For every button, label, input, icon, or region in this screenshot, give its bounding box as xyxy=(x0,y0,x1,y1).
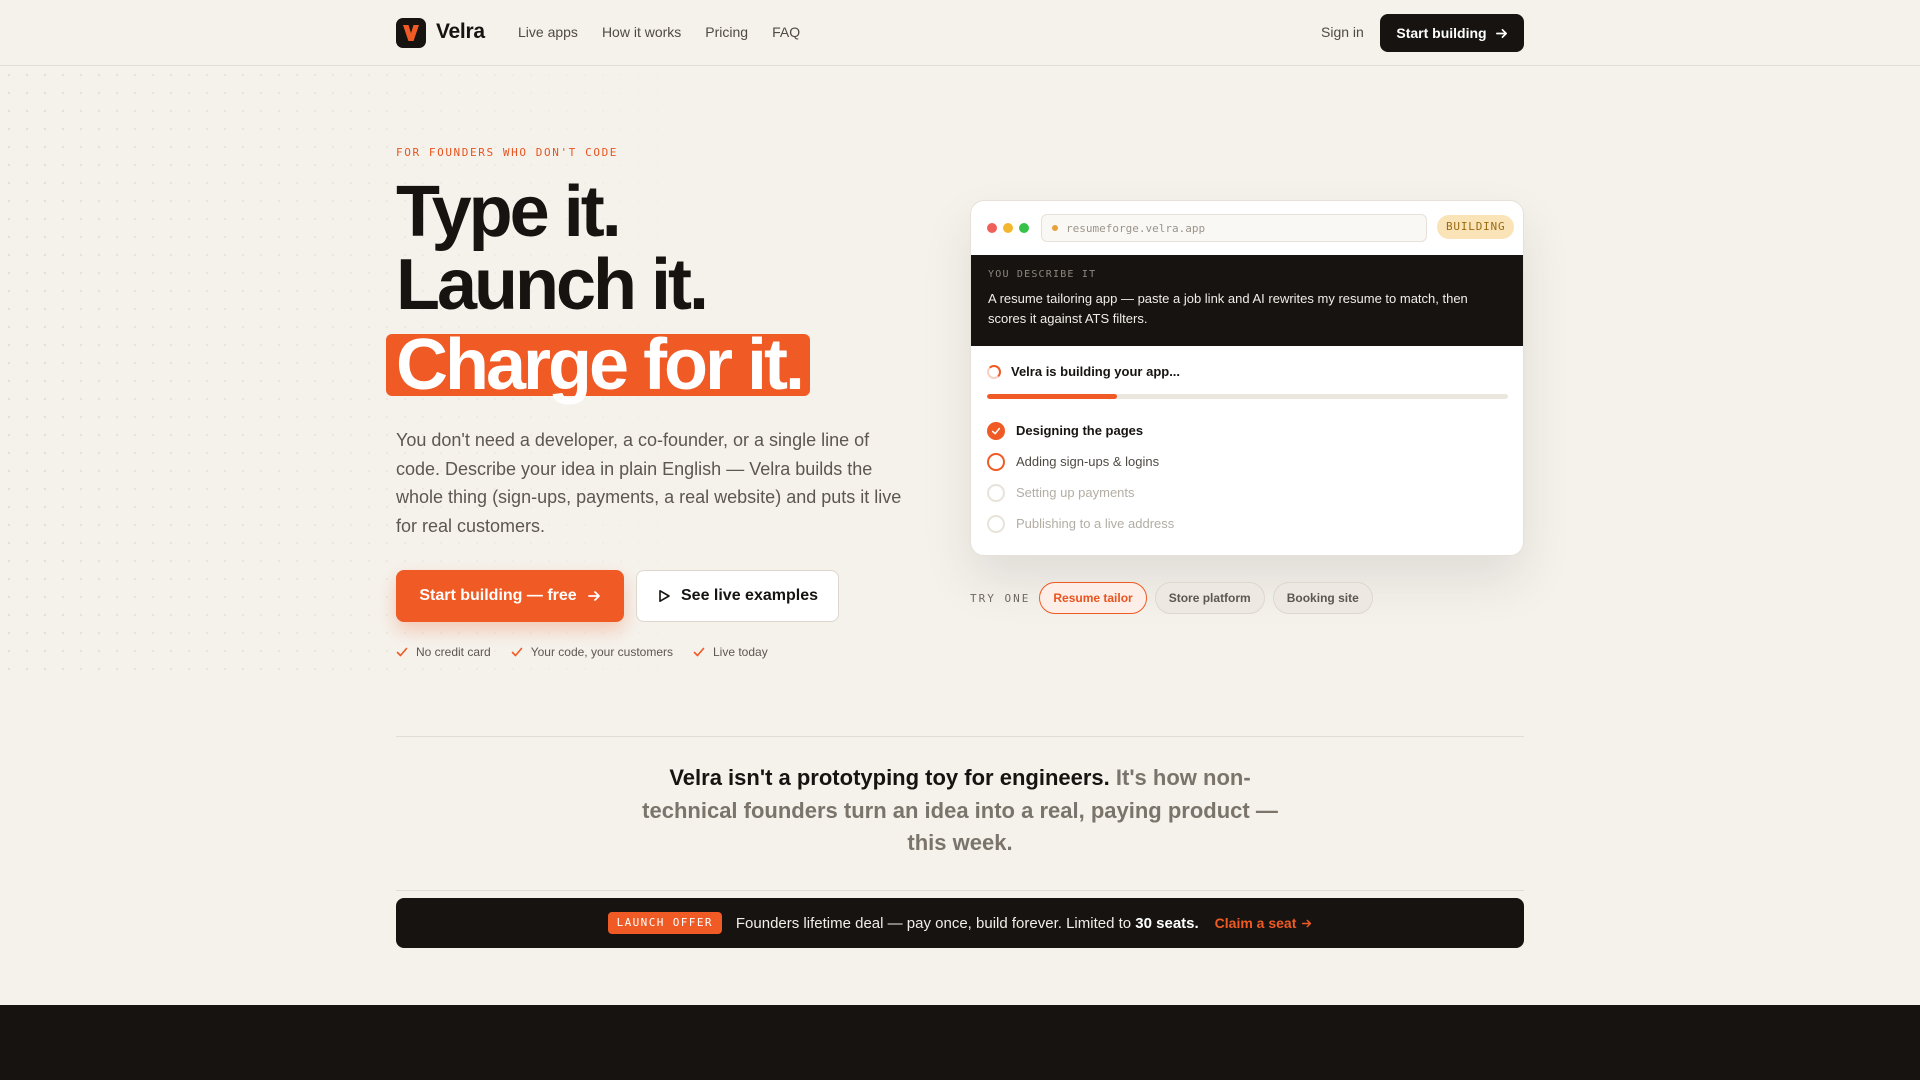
nav-link-how-it-works[interactable]: How it works xyxy=(602,24,681,40)
see-live-examples-button[interactable]: See live examples xyxy=(636,570,839,622)
nav-link-pricing[interactable]: Pricing xyxy=(705,24,748,40)
hero-assurances: No credit card Your code, your customers… xyxy=(396,645,768,659)
build-step: Designing the pages xyxy=(987,415,1174,446)
sign-in-link[interactable]: Sign in xyxy=(1321,24,1364,40)
assurance-text: Your code, your customers xyxy=(530,645,673,659)
offer-description: Founders lifetime deal — pay once, build… xyxy=(735,914,1132,932)
example-picker: TRY ONE Resume tailor Store platform Boo… xyxy=(970,582,1373,614)
build-status-text: Velra is building your app... xyxy=(1011,364,1181,379)
nav-links: Live apps How it works Pricing FAQ xyxy=(518,24,800,40)
step-circle-icon xyxy=(987,452,1005,471)
launch-offer-banner: LAUNCH OFFER Founders lifetime deal — pa… xyxy=(396,898,1524,948)
app-builder-preview: resumeforge.velra.app BUILDING YOU DESCR… xyxy=(970,200,1524,556)
hero-headline-line-2: Launch it. xyxy=(396,245,709,325)
nav-cta-label: Start building xyxy=(1396,25,1487,41)
build-step-label: Setting up payments xyxy=(1016,485,1135,500)
browser-bar: resumeforge.velra.app BUILDING xyxy=(971,201,1523,255)
hero-lead-paragraph: You don't need a developer, a co-founder… xyxy=(396,430,902,536)
statement-emphasis: Velra isn't a prototyping toy for engine… xyxy=(669,765,1110,790)
window-minimize-dot xyxy=(1003,223,1013,233)
hero-eyebrow: FOR FOUNDERS WHO DON'T CODE xyxy=(396,146,619,159)
build-progress-fill xyxy=(987,394,1118,399)
chip-booking-site[interactable]: Booking site xyxy=(1272,582,1373,614)
build-steps: Designing the pages Adding sign-ups & log… xyxy=(987,415,1174,539)
prompt-label: YOU DESCRIBE IT xyxy=(988,269,1097,280)
build-step-label: Designing the pages xyxy=(1016,423,1144,438)
primary-cta-label: Start building — free xyxy=(419,587,577,604)
arrow-right-icon xyxy=(587,591,600,601)
arrow-right-icon xyxy=(1302,919,1312,927)
build-status: Velra is building your app... xyxy=(987,364,1180,379)
build-step: Setting up payments xyxy=(987,477,1174,508)
prompt-text: A resume tailoring app — paste a job lin… xyxy=(988,291,1468,326)
claim-seat-label: Claim a seat xyxy=(1214,915,1297,931)
assurance-item: Live today xyxy=(693,645,768,659)
dark-section-start xyxy=(0,1005,1920,1080)
chip-store-platform[interactable]: Store platform xyxy=(1154,582,1265,614)
check-circle-icon xyxy=(987,421,1005,440)
start-building-free-button[interactable]: Start building — free xyxy=(396,570,624,622)
building-status-badge: BUILDING xyxy=(1437,215,1515,239)
build-step-label: Publishing to a live address xyxy=(1016,516,1175,531)
status-dot-icon xyxy=(1052,225,1058,231)
velra-logo-icon[interactable] xyxy=(396,18,426,48)
checkmark-icon xyxy=(693,647,705,657)
prompt-panel: YOU DESCRIBE IT A resume tailoring app —… xyxy=(971,255,1523,346)
build-step: Adding sign-ups & logins xyxy=(987,446,1174,477)
offer-text: Founders lifetime deal — pay once, build… xyxy=(736,915,1199,932)
url-bar[interactable]: resumeforge.velra.app xyxy=(1041,214,1427,242)
play-icon xyxy=(659,590,670,602)
build-step: Publishing to a live address xyxy=(987,508,1174,539)
build-progress-bar xyxy=(987,394,1508,399)
assurance-item: Your code, your customers xyxy=(511,645,673,659)
arrow-right-icon xyxy=(1495,28,1507,38)
positioning-statement: Velra isn't a prototyping toy for engine… xyxy=(622,762,1298,860)
checkmark-icon xyxy=(511,647,523,657)
build-step-label: Adding sign-ups & logins xyxy=(1016,454,1160,469)
nav-start-building-button[interactable]: Start building xyxy=(1380,14,1524,52)
assurance-text: Live today xyxy=(713,645,768,659)
step-circle-icon xyxy=(987,514,1005,533)
section-divider xyxy=(396,890,1524,891)
assurance-text: No credit card xyxy=(416,645,491,659)
hero-headline-line-1: Type it. xyxy=(396,172,622,252)
window-maximize-dot xyxy=(1019,223,1029,233)
assurance-item: No credit card xyxy=(396,645,491,659)
offer-seats: 30 seats. xyxy=(1135,914,1199,932)
nav-link-faq[interactable]: FAQ xyxy=(772,24,800,40)
secondary-cta-label: See live examples xyxy=(681,587,818,604)
step-circle-icon xyxy=(987,483,1005,502)
try-one-label: TRY ONE xyxy=(970,591,1031,605)
section-divider xyxy=(396,736,1524,737)
window-close-dot xyxy=(987,223,997,233)
chip-resume-tailor[interactable]: Resume tailor xyxy=(1039,582,1147,614)
checkmark-icon xyxy=(396,647,408,657)
brand-name[interactable]: Velra xyxy=(436,20,485,44)
nav-link-live-apps[interactable]: Live apps xyxy=(518,24,578,40)
top-navigation: Velra Live apps How it works Pricing FAQ… xyxy=(0,0,1920,66)
url-text: resumeforge.velra.app xyxy=(1066,221,1206,235)
hero-headline-highlight: Charge for it. xyxy=(386,329,811,401)
launch-offer-badge: LAUNCH OFFER xyxy=(607,912,722,934)
claim-seat-link[interactable]: Claim a seat xyxy=(1215,915,1313,931)
loading-spinner-icon xyxy=(987,364,1001,379)
